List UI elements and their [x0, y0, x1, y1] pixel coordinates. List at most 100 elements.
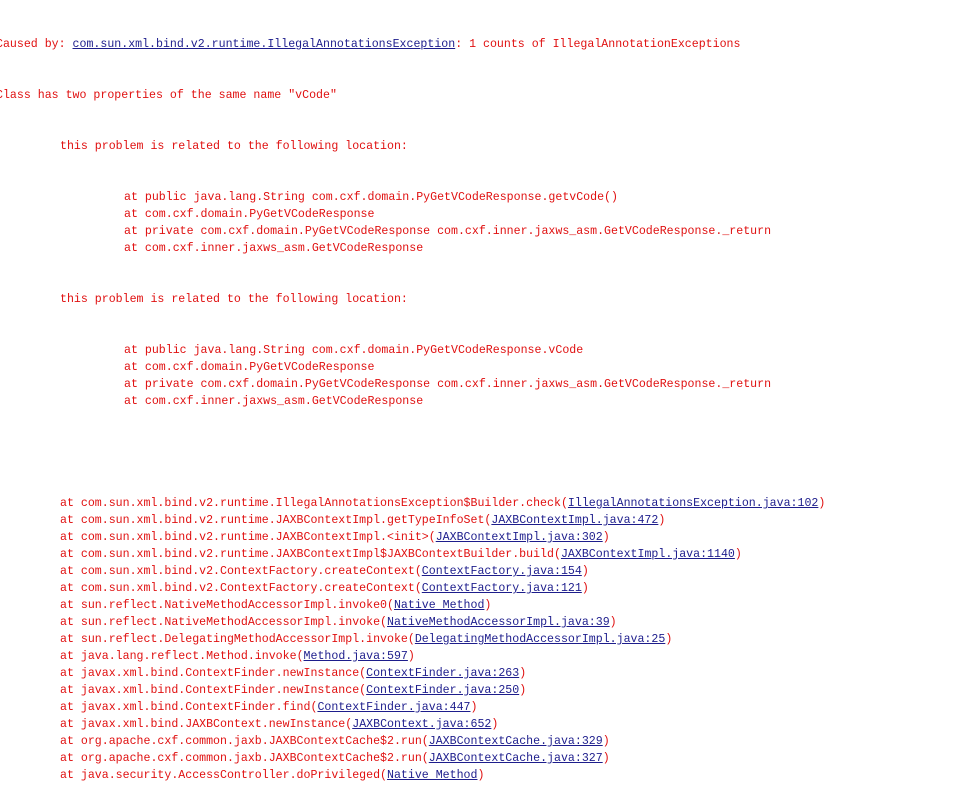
stack-frame: at org.apache.cxf.common.jaxb.JAXBContex… [0, 733, 957, 750]
open-paren: ( [560, 497, 568, 510]
stack-frame-method: at sun.reflect.NativeMethodAccessorImpl.… [60, 616, 381, 629]
close-paren: ) [818, 497, 826, 510]
stack-frame-method: at javax.xml.bind.ContextFinder.newInsta… [60, 667, 360, 680]
stack-frame-source-link[interactable]: JAXBContextCache.java:327 [429, 752, 603, 765]
stack-frame-method: at com.sun.xml.bind.v2.runtime.IllegalAn… [60, 497, 561, 510]
stack-frame-source-link[interactable]: JAXBContextImpl.java:472 [491, 514, 658, 527]
stack-trace: at com.sun.xml.bind.v2.runtime.IllegalAn… [0, 495, 957, 784]
stack-frame: at com.sun.xml.bind.v2.ContextFactory.cr… [0, 563, 957, 580]
stack-frame: at com.sun.xml.bind.v2.runtime.JAXBConte… [0, 546, 957, 563]
close-paren: ) [581, 582, 589, 595]
problem-locations-2: at public java.lang.String com.cxf.domai… [0, 342, 957, 410]
problem-locations-1: at public java.lang.String com.cxf.domai… [0, 189, 957, 257]
close-paren: ) [581, 565, 589, 578]
stack-frame-source-link[interactable]: JAXBContextImpl.java:302 [436, 531, 603, 544]
close-paren: ) [491, 718, 499, 731]
stack-frame-method: at java.lang.reflect.Method.invoke [60, 650, 297, 663]
open-paren: ( [414, 582, 422, 595]
open-paren: ( [421, 752, 429, 765]
console-output: Caused by: com.sun.xml.bind.v2.runtime.I… [0, 2, 957, 801]
stack-frame-source-link[interactable]: ContextFactory.java:121 [422, 582, 582, 595]
open-paren: ( [484, 514, 492, 527]
stack-frame-method: at sun.reflect.NativeMethodAccessorImpl.… [60, 599, 387, 612]
stack-frame: at sun.reflect.DelegatingMethodAccessorI… [0, 631, 957, 648]
stack-frame-method: at java.security.AccessController.doPriv… [60, 769, 381, 782]
stack-frame: at org.apache.cxf.common.jaxb.JAXBContex… [0, 750, 957, 767]
close-paren: ) [519, 684, 527, 697]
stack-frame-source-link[interactable]: ContextFinder.java:250 [366, 684, 519, 697]
stack-frame-method: at javax.xml.bind.ContextFinder.find [60, 701, 311, 714]
stack-frame: at com.sun.xml.bind.v2.ContextFactory.cr… [0, 580, 957, 597]
close-paren: ) [519, 667, 527, 680]
caused-by-prefix: Caused by: [0, 38, 73, 51]
stack-frame-method: at com.sun.xml.bind.v2.runtime.JAXBConte… [60, 548, 554, 561]
stack-frame-source-link[interactable]: ContextFinder.java:447 [317, 701, 470, 714]
stack-frame: at sun.reflect.NativeMethodAccessorImpl.… [0, 597, 957, 614]
exception-message: Class has two properties of the same nam… [0, 89, 337, 102]
problem-header-1: this problem is related to the following… [60, 140, 408, 153]
stack-frame-method: at javax.xml.bind.JAXBContext.newInstanc… [60, 718, 346, 731]
stack-frame: at java.security.AccessController.doPriv… [0, 767, 957, 784]
location-line: at com.cxf.domain.PyGetVCodeResponse [124, 208, 375, 221]
stack-frame-method: at com.sun.xml.bind.v2.runtime.JAXBConte… [60, 514, 485, 527]
open-paren: ( [407, 633, 415, 646]
stack-frame: at com.sun.xml.bind.v2.runtime.IllegalAn… [0, 495, 957, 512]
open-paren: ( [414, 565, 422, 578]
stack-frame: at java.lang.reflect.Method.invoke(Metho… [0, 648, 957, 665]
caused-by-suffix: : 1 counts of IllegalAnnotationException… [455, 38, 741, 51]
stack-frame-source-link[interactable]: Method.java:597 [304, 650, 408, 663]
location-line: at com.cxf.domain.PyGetVCodeResponse [124, 361, 375, 374]
close-paren: ) [609, 616, 617, 629]
stack-frame-source-link[interactable]: IllegalAnnotationsException.java:102 [568, 497, 818, 510]
stack-frame-source-link[interactable]: JAXBContext.java:652 [352, 718, 491, 731]
stack-frame-source-link[interactable]: ContextFactory.java:154 [422, 565, 582, 578]
close-paren: ) [602, 735, 610, 748]
close-paren: ) [484, 599, 492, 612]
problem-header-2: this problem is related to the following… [60, 293, 408, 306]
stack-frame: at javax.xml.bind.ContextFinder.newInsta… [0, 682, 957, 699]
stack-frame: at com.sun.xml.bind.v2.runtime.JAXBConte… [0, 529, 957, 546]
stack-frame-method: at sun.reflect.DelegatingMethodAccessorI… [60, 633, 408, 646]
open-paren: ( [310, 701, 318, 714]
open-paren: ( [421, 735, 429, 748]
close-paren: ) [477, 769, 485, 782]
open-paren: ( [359, 667, 367, 680]
location-line: at public java.lang.String com.cxf.domai… [124, 191, 618, 204]
stack-frame: at sun.reflect.NativeMethodAccessorImpl.… [0, 614, 957, 631]
stack-frame: at javax.xml.bind.ContextFinder.find(Con… [0, 699, 957, 716]
close-paren: ) [665, 633, 673, 646]
location-line: at private com.cxf.domain.PyGetVCodeResp… [124, 225, 772, 238]
close-paren: ) [602, 531, 610, 544]
open-paren: ( [296, 650, 304, 663]
location-line: at private com.cxf.domain.PyGetVCodeResp… [124, 378, 772, 391]
stack-frame-method: at com.sun.xml.bind.v2.ContextFactory.cr… [60, 582, 415, 595]
location-line: at public java.lang.String com.cxf.domai… [124, 344, 584, 357]
caused-by-line: Caused by: com.sun.xml.bind.v2.runtime.I… [0, 36, 957, 53]
stack-frame-method: at org.apache.cxf.common.jaxb.JAXBContex… [60, 752, 422, 765]
location-line: at com.cxf.inner.jaxws_asm.GetVCodeRespo… [124, 395, 424, 408]
stack-frame-source-link[interactable]: ContextFinder.java:263 [366, 667, 519, 680]
stack-frame-source-link[interactable]: JAXBContextImpl.java:1140 [561, 548, 735, 561]
close-paren: ) [658, 514, 666, 527]
stack-frame-source-link[interactable]: JAXBContextCache.java:329 [429, 735, 603, 748]
stack-frame: at javax.xml.bind.JAXBContext.newInstanc… [0, 716, 957, 733]
close-paren: ) [734, 548, 742, 561]
stack-frame-method: at javax.xml.bind.ContextFinder.newInsta… [60, 684, 360, 697]
stack-frame-source-link[interactable]: NativeMethodAccessorImpl.java:39 [387, 616, 610, 629]
exception-class-link[interactable]: com.sun.xml.bind.v2.runtime.IllegalAnnot… [73, 38, 456, 51]
stack-frame-method: at com.sun.xml.bind.v2.runtime.JAXBConte… [60, 531, 429, 544]
close-paren: ) [407, 650, 415, 663]
open-paren: ( [428, 531, 436, 544]
open-paren: ( [387, 599, 394, 612]
open-paren: ( [380, 769, 388, 782]
stack-frame-source-link[interactable]: DelegatingMethodAccessorImpl.java:25 [415, 633, 665, 646]
stack-frame-method: at org.apache.cxf.common.jaxb.JAXBContex… [60, 735, 422, 748]
stack-frame-source-link[interactable]: Native Method [394, 599, 484, 612]
location-line: at com.cxf.inner.jaxws_asm.GetVCodeRespo… [124, 242, 424, 255]
open-paren: ( [345, 718, 353, 731]
close-paren: ) [470, 701, 478, 714]
open-paren: ( [359, 684, 367, 697]
stack-frame-source-link[interactable]: Native Method [387, 769, 477, 782]
stack-frame: at javax.xml.bind.ContextFinder.newInsta… [0, 665, 957, 682]
